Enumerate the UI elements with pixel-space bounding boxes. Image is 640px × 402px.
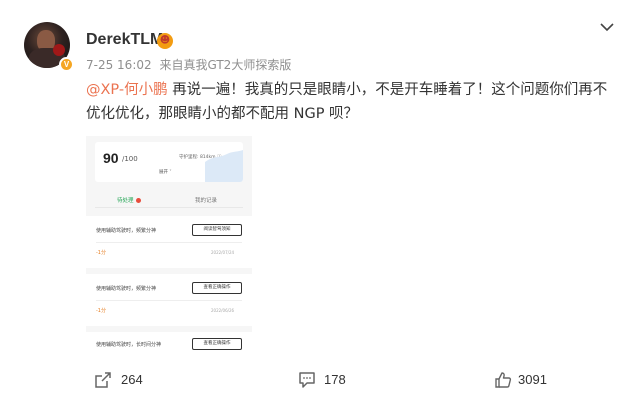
post-source[interactable]: 真我GT2大师探索版 xyxy=(183,58,291,72)
record-separator xyxy=(96,300,242,301)
record-action-button: 阅读智驾须知 xyxy=(192,224,242,236)
tab-divider xyxy=(95,207,243,208)
tab-pending: 待处理 xyxy=(117,196,141,204)
record-date: 2022/06/26 xyxy=(211,308,235,313)
repost-button[interactable]: 264 xyxy=(94,365,164,395)
action-bar: 264 178 3091 xyxy=(0,365,640,395)
like-count: 3091 xyxy=(518,372,547,387)
record-action-button: 查看正确操作 xyxy=(192,338,242,350)
screenshot-tabs: 待处理 我的记录 xyxy=(95,196,243,208)
tab-records: 我的记录 xyxy=(195,198,218,204)
avatar-glove xyxy=(53,44,65,56)
weibo-post-card: V DerekTLM ☻ 7-25 16:02 来自真我GT2大师探索版 @XP… xyxy=(0,0,640,402)
expand-toggle: 展开 ˅ xyxy=(159,170,172,175)
record-item: 使用辅助驾驶时，长时间分神 查看正确操作 xyxy=(86,332,252,350)
like-icon xyxy=(495,372,512,388)
author-name[interactable]: DerekTLM xyxy=(86,31,163,49)
record-action-button: 查看正确操作 xyxy=(192,282,242,294)
score-card: 90 /100 守护里程: 814km ⓘ 展开 ˅ xyxy=(95,142,243,182)
chevron-down-icon[interactable] xyxy=(600,22,614,32)
repost-count: 264 xyxy=(121,372,143,387)
comment-icon xyxy=(299,372,315,388)
score-wave-graphic xyxy=(205,150,243,182)
record-points: -1分 xyxy=(96,308,106,314)
record-desc: 使用辅助驾驶时，频繁分神 xyxy=(96,228,157,234)
post-meta: 7-25 16:02 来自真我GT2大师探索版 xyxy=(86,56,295,73)
post-time[interactable]: 7-25 16:02 xyxy=(86,58,152,72)
record-desc: 使用辅助驾驶时，频繁分神 xyxy=(96,286,157,292)
record-item: 使用辅助驾驶时，频繁分神 查看正确操作 -1分 2022/06/26 xyxy=(86,274,252,326)
post-text: @XP-何小鹏 再说一遍！我真的只是眼睛小，不是开车睡着了！这个问题你们再不优化… xyxy=(86,78,612,126)
repost-icon xyxy=(95,372,111,388)
comment-button[interactable]: 178 xyxy=(298,365,368,395)
record-separator xyxy=(96,242,242,243)
attached-image[interactable]: 90 /100 守护里程: 814km ⓘ 展开 ˅ 待处理 我的记录 使用辅助… xyxy=(86,136,252,350)
post-source-prefix: 来自 xyxy=(159,58,184,72)
comment-count: 178 xyxy=(324,372,346,387)
like-button[interactable]: 3091 xyxy=(494,365,564,395)
record-item: 使用辅助驾驶时，频繁分神 阅读智驾须知 -1分 2022/07/24 xyxy=(86,216,252,268)
mention-link[interactable]: @XP-何小鹏 xyxy=(86,82,168,98)
record-points: -1分 xyxy=(96,250,106,256)
record-date: 2022/07/24 xyxy=(211,250,235,255)
verified-badge-icon: V xyxy=(59,57,74,72)
score-total: /100 xyxy=(122,155,138,163)
record-desc: 使用辅助驾驶时，长时间分神 xyxy=(96,342,162,348)
user-emblem-icon[interactable]: ☻ xyxy=(157,33,173,49)
score-value: 90 xyxy=(103,150,119,166)
